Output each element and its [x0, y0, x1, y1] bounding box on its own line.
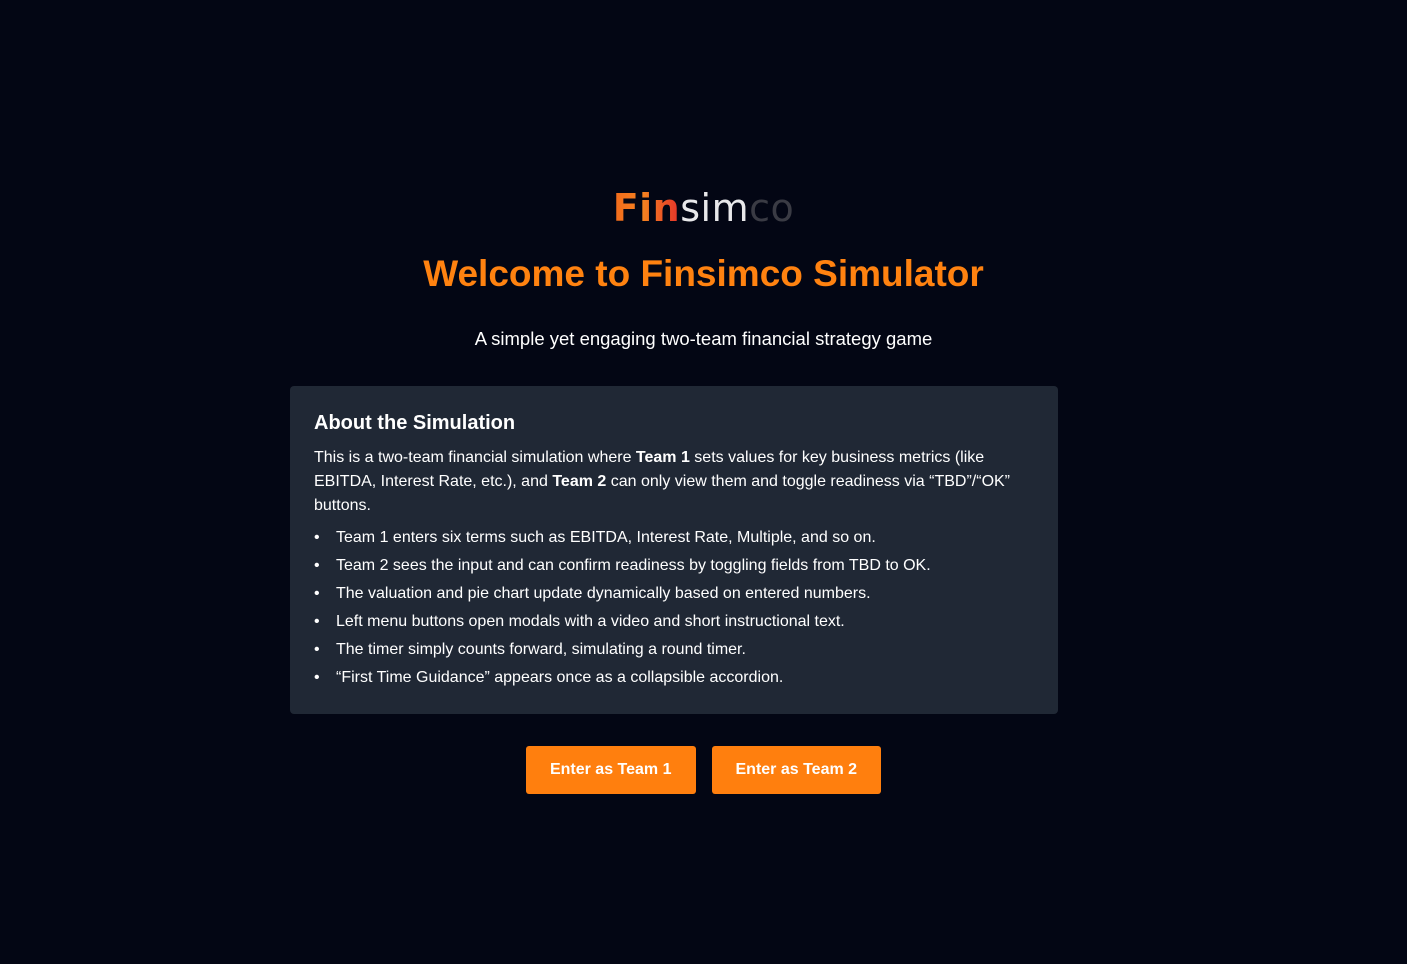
about-simulation-card: About the Simulation This is a two-team …	[290, 386, 1058, 714]
bullet-icon: •	[314, 529, 320, 546]
list-item: • The timer simply counts forward, simula…	[314, 638, 1034, 662]
finsimco-logo: Finsimco	[0, 188, 1407, 228]
about-description: This is a two-team financial simulation …	[314, 446, 1034, 518]
logo-text-co: co	[749, 186, 795, 230]
about-desc-team2: Team 2	[552, 473, 607, 490]
list-item: • The valuation and pie chart update dyna…	[314, 582, 1034, 606]
landing-page: Finsimco Welcome to Finsimco Simulator A…	[0, 0, 1407, 964]
about-desc-text-1: This is a two-team financial simulation …	[314, 449, 636, 466]
bullet-icon: •	[314, 641, 320, 658]
list-item-text: Team 2 sees the input and can confirm re…	[336, 557, 931, 574]
list-item-text: Left menu buttons open modals with a vid…	[336, 613, 845, 630]
list-item: • Team 2 sees the input and can confirm r…	[314, 554, 1034, 578]
enter-team-1-button[interactable]: Enter as Team 1	[525, 746, 696, 794]
bullet-icon: •	[314, 613, 320, 630]
team-entry-actions: Enter as Team 1 Enter as Team 2	[0, 746, 1407, 794]
page-title: Welcome to Finsimco Simulator	[423, 253, 984, 294]
list-item-text: The valuation and pie chart update dynam…	[336, 585, 871, 602]
list-item: • Left menu buttons open modals with a vi…	[314, 610, 1034, 634]
page-subtitle: A simple yet engaging two-team financial…	[474, 328, 933, 349]
list-item-text: “First Time Guidance” appears once as a …	[336, 669, 784, 686]
list-item-text: Team 1 enters six terms such as EBITDA, …	[336, 529, 876, 546]
list-item-text: The timer simply counts forward, simulat…	[336, 641, 746, 658]
bullet-icon: •	[314, 557, 320, 574]
about-desc-team1: Team 1	[635, 449, 690, 466]
bullet-icon: •	[314, 585, 320, 602]
about-heading: About the Simulation	[314, 412, 516, 434]
list-item: • Team 1 enters six terms such as EBITDA,…	[314, 526, 1034, 550]
list-item: • “First Time Guidance” appears once as a…	[314, 666, 1034, 690]
bullet-icon: •	[314, 669, 320, 686]
enter-team-2-button[interactable]: Enter as Team 2	[711, 746, 882, 794]
logo-text-sim: sim	[680, 186, 750, 230]
logo-text-fin: Fin	[612, 186, 681, 230]
about-feature-list: • Team 1 enters six terms such as EBITDA,…	[314, 526, 1034, 690]
